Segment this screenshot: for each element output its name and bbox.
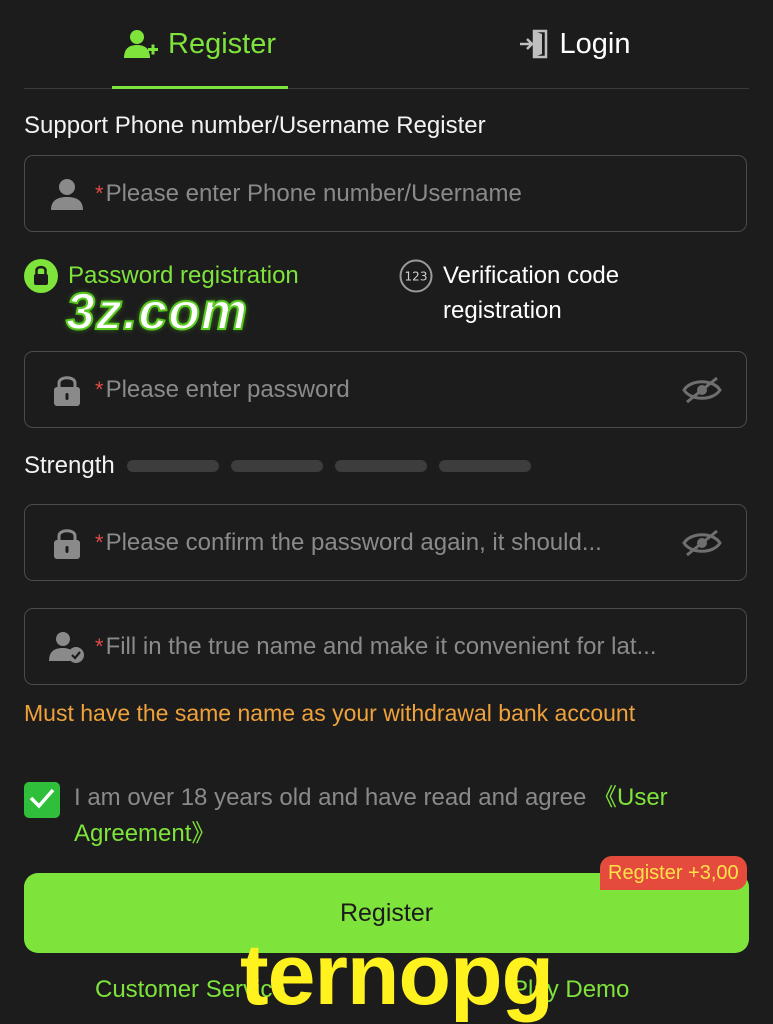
name-warning: Must have the same name as your withdraw… [24,700,636,726]
required-mark: * [95,633,104,659]
agreement-text: I am over 18 years old and have read and… [74,780,744,852]
register-button-label: Register [339,898,434,927]
real-name-input[interactable] [105,632,746,661]
strength-segment [438,460,531,472]
brand-watermark: 3z.com [65,282,249,342]
register-bonus-badge: Register +3,00 [600,856,747,890]
agreement-checkbox[interactable] [24,782,60,818]
lock-circle-icon [24,259,58,303]
numeric-code-icon: 123 [399,259,433,303]
strength-meter [126,460,543,472]
check-icon [29,787,55,814]
required-mark: * [95,529,104,555]
user-check-icon [49,630,85,664]
password-strength: Strength [24,452,543,480]
login-icon [518,28,550,60]
password-input[interactable] [105,375,668,404]
tab-login-label: Login [559,27,631,60]
active-tab-indicator [112,86,288,89]
strength-label: Strength [24,452,115,479]
agreement-row: I am over 18 years old and have read and… [24,780,744,852]
eye-off-icon[interactable] [680,528,724,558]
auth-tabs: Register Login [24,0,749,89]
site-watermark: ternopg [240,927,554,1023]
code-icon-text: 123 [405,270,428,284]
mode-code-label: Verification code registration [443,262,620,324]
real-name-field: * [24,608,747,685]
register-page: Register Login Support Phone number/User… [0,0,773,1024]
lock-icon [49,373,85,407]
mode-code-registration[interactable]: 123 Verification code registration [399,258,699,328]
strength-segment [230,460,323,472]
required-mark: * [95,376,104,402]
confirm-password-input[interactable] [105,528,668,557]
tab-register[interactable]: Register [112,0,288,88]
lock-icon [49,526,85,560]
tab-register-label: Register [168,27,276,60]
username-field: * [24,155,747,232]
confirm-password-field: * [24,504,747,581]
password-field: * [24,351,747,428]
section-title: Support Phone number/Username Register [24,112,486,139]
agreement-label: I am over 18 years old and have read and… [74,784,593,811]
user-icon [49,177,85,211]
add-user-icon [124,29,158,59]
required-mark: * [95,180,104,206]
tab-login[interactable]: Login [504,0,644,88]
eye-off-icon[interactable] [680,375,724,405]
username-input[interactable] [105,179,746,208]
strength-segment [126,460,219,472]
strength-segment [334,460,427,472]
